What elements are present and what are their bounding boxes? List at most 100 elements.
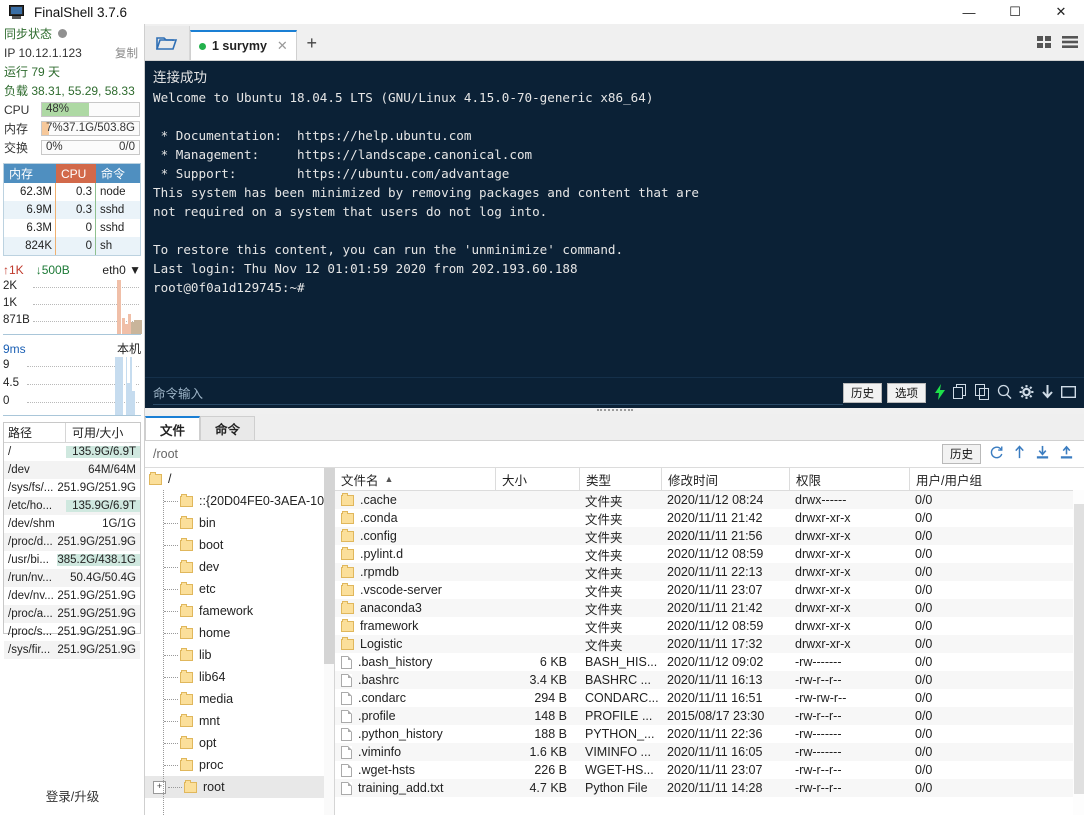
- disk-row[interactable]: /etc/ho... 135.9G/6.9T: [4, 497, 140, 515]
- disk-row[interactable]: /proc/a... 251.9G/251.9G: [4, 605, 140, 623]
- terminal-options-button[interactable]: 选项: [887, 383, 926, 403]
- file-row[interactable]: .vscode-server 文件夹 2020/11/11 23:07 drwxr-x…: [335, 581, 1084, 599]
- tree-node[interactable]: lib64: [145, 666, 334, 688]
- file-row[interactable]: .conda 文件夹 2020/11/11 21:42 drwxr-xr-x 0/0: [335, 509, 1084, 527]
- terminal-history-button[interactable]: 历史: [843, 383, 882, 403]
- session-tab-close-icon[interactable]: ✕: [277, 38, 288, 54]
- tree-node[interactable]: home: [145, 622, 334, 644]
- file-row[interactable]: .profile 148 B PROFILE ... 2015/08/17 23:30…: [335, 707, 1084, 725]
- file-row[interactable]: .python_history 188 B PYTHON_... 2020/11/11…: [335, 725, 1084, 743]
- file-row[interactable]: .condarc 294 B CONDARC... 2020/11/11 16:51 -…: [335, 689, 1084, 707]
- minimize-button[interactable]: —: [946, 0, 992, 24]
- tree-node[interactable]: famework: [145, 600, 334, 622]
- disk-row[interactable]: /run/nv... 50.4G/50.4G: [4, 569, 140, 587]
- process-row[interactable]: 6.9M 0.3 sshd: [4, 201, 140, 219]
- disk-row[interactable]: /dev/shm 1G/1G: [4, 515, 140, 533]
- network-interface-select[interactable]: eth0 ▼: [102, 263, 141, 277]
- command-input[interactable]: 命令输入: [153, 382, 843, 405]
- tree-node[interactable]: proc: [145, 754, 334, 776]
- file-row[interactable]: framework 文件夹 2020/11/12 08:59 drwxr-xr-x 0/…: [335, 617, 1084, 635]
- tree-node[interactable]: dev: [145, 556, 334, 578]
- open-folder-icon[interactable]: [145, 26, 190, 60]
- disk-row[interactable]: /usr/bi... 385.2G/438.1G: [4, 551, 140, 569]
- path-input[interactable]: /root: [153, 447, 942, 461]
- search-icon[interactable]: [997, 384, 1012, 403]
- file-row[interactable]: Logistic 文件夹 2020/11/11 17:32 drwxr-xr-x 0/0: [335, 635, 1084, 653]
- column-header-owner[interactable]: 用户/用户组: [909, 468, 1084, 490]
- process-row[interactable]: 824K 0 sh: [4, 237, 140, 255]
- file-row[interactable]: .viminfo 1.6 KB VIMINFO ... 2020/11/11 16:0…: [335, 743, 1084, 761]
- file-name: .rpmdb: [360, 565, 399, 579]
- tree-node[interactable]: boot: [145, 534, 334, 556]
- tree-node[interactable]: etc: [145, 578, 334, 600]
- disk-row[interactable]: / 135.9G/6.9T: [4, 443, 140, 461]
- column-header-permissions[interactable]: 权限: [789, 468, 909, 490]
- file-list[interactable]: 文件名 ▲ 大小 类型 修改时间 权限 用户/用户组 .cache 文件夹 2020…: [335, 468, 1084, 815]
- parent-dir-icon[interactable]: [1013, 445, 1026, 463]
- login-upgrade-button[interactable]: 登录/升级: [0, 786, 145, 805]
- gear-icon[interactable]: [1019, 384, 1034, 403]
- file-row[interactable]: .config 文件夹 2020/11/11 21:56 drwxr-xr-x 0/0: [335, 527, 1084, 545]
- file-list-scrollbar[interactable]: [1073, 490, 1084, 815]
- download-icon[interactable]: [1041, 384, 1054, 403]
- process-row[interactable]: 6.3M 0 sshd: [4, 219, 140, 237]
- grid-view-icon[interactable]: [1037, 35, 1053, 52]
- disk-row[interactable]: /proc/s... 251.9G/251.9G: [4, 623, 140, 641]
- process-row[interactable]: 62.3M 0.3 node: [4, 183, 140, 201]
- terminal-line: 连接成功: [153, 70, 207, 86]
- close-button[interactable]: ✕: [1038, 0, 1084, 24]
- tree-node[interactable]: ::{20D04FE0-3AEA-106: [145, 490, 334, 512]
- disk-row[interactable]: /sys/fs/... 251.9G/251.9G: [4, 479, 140, 497]
- upload-file-icon[interactable]: [1059, 445, 1074, 463]
- file-history-button[interactable]: 历史: [942, 444, 981, 464]
- file-row[interactable]: .wget-hsts 226 B WGET-HS... 2020/11/11 23:0…: [335, 761, 1084, 779]
- new-tab-button[interactable]: +: [297, 26, 327, 60]
- expand-icon[interactable]: +: [153, 780, 166, 794]
- file-row[interactable]: .cache 文件夹 2020/11/12 08:24 drwx------ 0/0: [335, 491, 1084, 509]
- tree-node[interactable]: opt: [145, 732, 334, 754]
- column-header-type[interactable]: 类型: [579, 468, 661, 490]
- file-row[interactable]: .rpmdb 文件夹 2020/11/11 22:13 drwxr-xr-x 0/0: [335, 563, 1084, 581]
- tree-node[interactable]: media: [145, 688, 334, 710]
- paste-icon[interactable]: [975, 383, 990, 403]
- maximize-button[interactable]: ☐: [992, 0, 1038, 24]
- file-row[interactable]: training_add.txt 4.7 KB Python File 2020/11…: [335, 779, 1084, 797]
- copy-icon[interactable]: [953, 383, 968, 403]
- disk-row[interactable]: /proc/d... 251.9G/251.9G: [4, 533, 140, 551]
- directory-tree[interactable]: / ::{20D04FE0-3AEA-106 bin boot dev etc famew…: [145, 468, 335, 815]
- tree-node-root[interactable]: /: [145, 468, 334, 490]
- download-file-icon[interactable]: [1035, 445, 1050, 463]
- file-name-cell: training_add.txt: [335, 781, 495, 795]
- disk-row[interactable]: /dev/nv... 251.9G/251.9G: [4, 587, 140, 605]
- terminal-panel[interactable]: 连接成功 Welcome to Ubuntu 18.04.5 LTS (GNU/L…: [145, 61, 1084, 408]
- tree-node[interactable]: + root: [145, 776, 334, 798]
- list-view-icon[interactable]: [1062, 35, 1078, 52]
- column-header-modified[interactable]: 修改时间: [661, 468, 789, 490]
- tab-files[interactable]: 文件: [145, 416, 201, 440]
- column-header-size[interactable]: 大小: [495, 468, 579, 490]
- tree-node[interactable]: lib: [145, 644, 334, 666]
- copy-ip-button[interactable]: 复制: [115, 45, 138, 61]
- terminal-line: * Support: https://ubuntu.com/advantage: [153, 166, 510, 181]
- file-row[interactable]: .bash_history 6 KB BASH_HIS... 2020/11/12 0…: [335, 653, 1084, 671]
- refresh-icon[interactable]: [989, 445, 1004, 463]
- tree-scrollbar[interactable]: [324, 468, 334, 815]
- process-col-command[interactable]: 命令: [96, 164, 140, 183]
- tab-commands[interactable]: 命令: [200, 416, 256, 440]
- file-row[interactable]: .pylint.d 文件夹 2020/11/12 08:59 drwxr-xr-x 0/…: [335, 545, 1084, 563]
- file-row[interactable]: .bashrc 3.4 KB BASHRC ... 2020/11/11 16:13 -…: [335, 671, 1084, 689]
- tree-node[interactable]: mnt: [145, 710, 334, 732]
- process-col-memory[interactable]: 内存: [4, 164, 56, 183]
- lightning-icon[interactable]: [934, 383, 946, 403]
- process-command: sshd: [100, 204, 125, 216]
- disk-col-size[interactable]: 可用/大小: [66, 423, 140, 442]
- disk-row[interactable]: /dev 64M/64M: [4, 461, 140, 479]
- tree-node[interactable]: bin: [145, 512, 334, 534]
- disk-col-path[interactable]: 路径: [4, 423, 66, 442]
- window-icon[interactable]: [1060, 385, 1077, 402]
- file-row[interactable]: anaconda3 文件夹 2020/11/11 21:42 drwxr-xr-x 0/…: [335, 599, 1084, 617]
- column-header-filename[interactable]: 文件名 ▲: [335, 468, 495, 490]
- session-tab-surymy[interactable]: 1 surymy ✕: [190, 30, 297, 60]
- process-col-cpu[interactable]: CPU: [56, 164, 96, 183]
- disk-row[interactable]: /sys/fir... 251.9G/251.9G: [4, 641, 140, 659]
